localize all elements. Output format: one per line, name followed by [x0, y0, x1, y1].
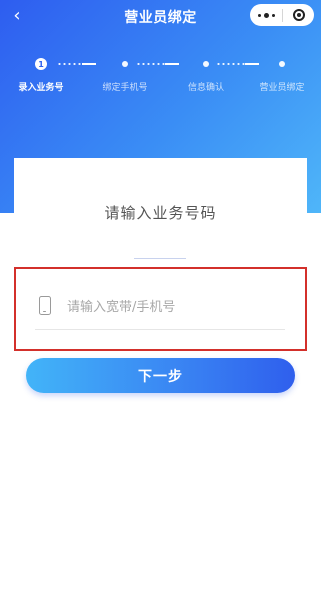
form-title: 请输入业务号码 — [104, 204, 217, 222]
step-connector — [57, 63, 96, 65]
step-1-label: 录入业务号 — [18, 83, 64, 93]
account-number-input[interactable] — [67, 296, 277, 318]
step-2-label: 绑定手机号 — [102, 83, 148, 93]
phone-icon — [39, 296, 51, 315]
step-4-indicator — [279, 61, 285, 67]
step-3-label: 信息确认 — [187, 83, 225, 93]
navigation-bar: ‹ 营业员绑定 — [0, 0, 321, 34]
step-3-indicator — [203, 61, 209, 67]
step-connector — [216, 63, 259, 65]
page: ‹ 营业员绑定 1 录入业务号 绑定手机号 信息确认 营业员绑定 请输入业务号码 — [0, 0, 321, 595]
step-4-label: 营业员绑定 — [259, 83, 305, 93]
more-dots-icon[interactable] — [250, 4, 282, 26]
step-connector — [136, 63, 179, 65]
step-1-indicator: 1 — [35, 58, 47, 70]
title-divider — [134, 258, 186, 259]
account-input-row — [35, 290, 285, 330]
step-2-indicator — [122, 61, 128, 67]
mini-program-capsule — [250, 4, 314, 26]
next-step-button[interactable]: 下一步 — [26, 358, 295, 393]
target-circle-icon[interactable] — [283, 4, 314, 26]
progress-steps: 1 录入业务号 绑定手机号 信息确认 营业员绑定 — [0, 58, 321, 98]
